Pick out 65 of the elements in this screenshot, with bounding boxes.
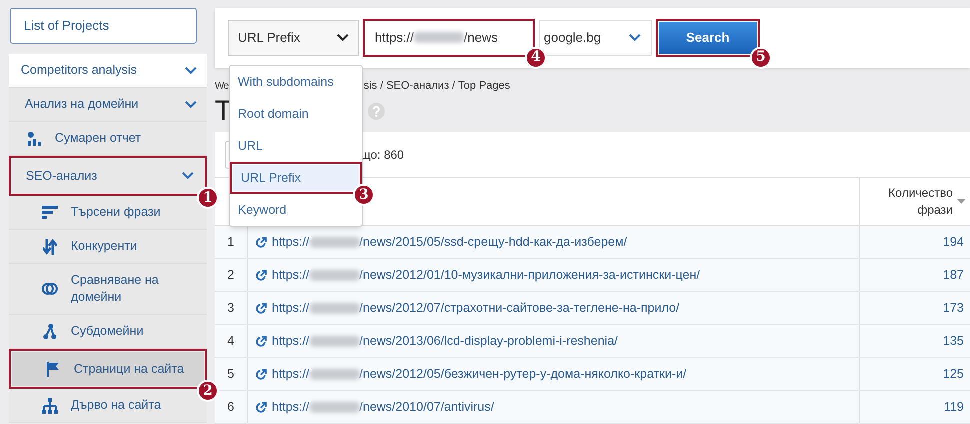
chart-icon: [27, 130, 41, 146]
redaction-blur: [310, 368, 360, 380]
sidebar-item[interactable]: Субдомейни: [9, 315, 207, 349]
external-link-icon: [256, 270, 267, 280]
table-cell: 3: [215, 292, 248, 324]
sitemap-icon: [42, 398, 58, 414]
table-cell-text: 125: [942, 366, 965, 383]
table-cell: 4: [215, 325, 248, 357]
sidebar-item[interactable]: Анализ на домейни: [9, 88, 207, 122]
menu-item[interactable]: With subdomains: [230, 66, 362, 98]
external-link-icon: [256, 302, 267, 314]
table-cell-text: 119: [943, 398, 965, 416]
sidebar-item[interactable]: Търсени фрази: [9, 196, 207, 230]
sidebar-item[interactable]: Конкуренти: [9, 230, 207, 264]
table-cell-text: 135: [942, 332, 965, 350]
redaction-blur: [414, 32, 464, 44]
menu-item[interactable]: Root domain: [230, 98, 362, 130]
step-badge: 5: [750, 46, 772, 69]
menu-item[interactable]: URL: [230, 130, 362, 162]
page-link[interactable]: https:// /news/2012/01/10-музикални-приложения-за-истински-цен/: [272, 266, 700, 284]
compare-circles-icon: [42, 281, 58, 297]
chevron-down-icon: [185, 66, 197, 74]
page-link[interactable]: https:// /news/2013/06/lcd-display-problemi-i-reshenia/: [272, 332, 618, 350]
breadcrumb: We: [215, 80, 229, 94]
mode-select[interactable]: URL Prefix: [228, 20, 359, 56]
sidebar-item[interactable]: Страници на сайта: [12, 352, 204, 386]
external-link-icon: [256, 236, 267, 248]
table-cell: 5: [215, 358, 248, 390]
bars-icon: [42, 206, 58, 220]
sidebar-item[interactable]: Competitors analysis: [9, 54, 207, 88]
chevron-down-icon: [182, 172, 194, 180]
page-link[interactable]: https:// /news/2012/07/страхотни-сайтове-за-теглене-на-прило/: [272, 298, 680, 318]
redaction-blur: [310, 236, 360, 248]
table-cell: 6: [215, 391, 248, 423]
sort-arrows-icon: [43, 238, 57, 254]
sidebar-item[interactable]: SEO-анализ: [12, 159, 204, 193]
table-cell-text: 187: [942, 266, 965, 284]
chevron-down-icon: [629, 34, 641, 42]
chevron-down-icon: [337, 34, 349, 42]
page-link[interactable]: https:// /news/2012/05/безжичен-рутер-у-дома-няколко-кратки-и/: [272, 364, 687, 384]
projects-button[interactable]: List of Projects: [10, 8, 197, 44]
external-link-icon: [256, 368, 267, 380]
redaction-blur: [310, 302, 360, 314]
sidebar-item[interactable]: Сумарен отчет: [9, 122, 207, 156]
table-cell: 2: [215, 259, 248, 291]
breadcrumb: sis / SEO-анализ / Top Pages: [364, 79, 510, 94]
external-link-icon: [256, 336, 267, 346]
menu-item[interactable]: URL Prefix: [233, 165, 359, 191]
table-cell-text: 194: [942, 234, 965, 251]
engine-select[interactable]: google.bg: [539, 20, 652, 56]
search-button[interactable]: Search: [659, 22, 757, 54]
sidebar-item[interactable]: Сравняване на домейни: [9, 264, 207, 315]
redaction-blur: [310, 402, 360, 413]
redaction-blur: [310, 336, 360, 347]
page-link[interactable]: https:// /news/2015/05/ssd-срещу-hdd-как-да-изберем/: [272, 232, 628, 252]
help-icon: [368, 102, 386, 120]
redaction-blur: [310, 270, 360, 281]
column-header[interactable]: Количество фрази: [860, 178, 970, 225]
external-link-icon: [256, 402, 267, 412]
branch-icon: [43, 324, 57, 340]
table-cell-text: 173: [942, 300, 965, 317]
page-link[interactable]: https:// /news/2010/07/antivirus/: [272, 398, 494, 416]
flag-icon: [46, 361, 60, 377]
sort-caret-icon: [957, 199, 966, 204]
chevron-down-icon: [185, 100, 197, 108]
